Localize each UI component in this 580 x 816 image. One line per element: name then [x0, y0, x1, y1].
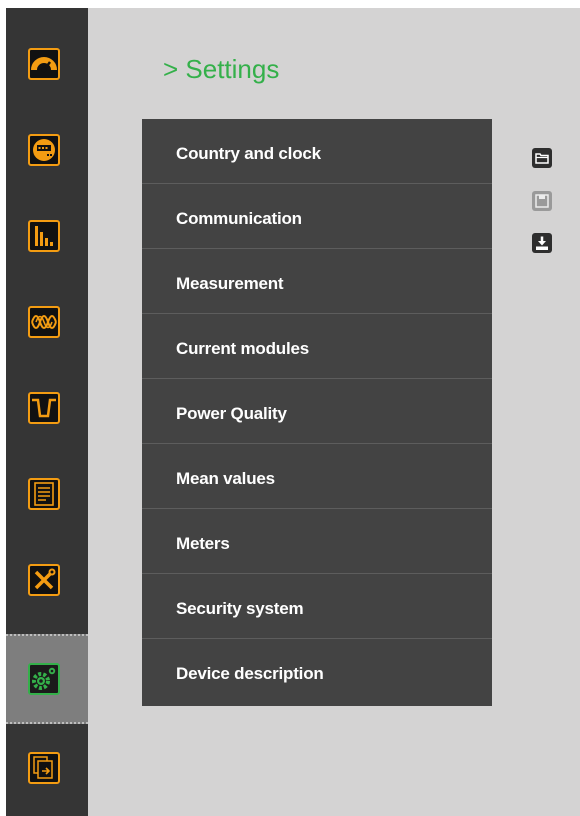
save-button[interactable]	[532, 191, 552, 211]
settings-gear-icon	[28, 663, 60, 695]
meter-icon	[28, 134, 60, 166]
menu-item-security-system[interactable]: Security system	[142, 574, 492, 639]
download-button[interactable]	[532, 233, 552, 253]
sidebar-item-export[interactable]	[6, 724, 88, 810]
sidebar	[6, 8, 88, 816]
report-list-icon	[28, 478, 60, 510]
menu-item-mean-values[interactable]: Mean values	[142, 444, 492, 509]
voltage-dip-icon	[28, 392, 60, 424]
tools-icon	[28, 564, 60, 596]
save-icon	[532, 191, 552, 211]
menu-item-current-modules[interactable]: Current modules	[142, 314, 492, 379]
gauge-icon	[28, 48, 60, 80]
sidebar-item-meter[interactable]	[6, 106, 88, 192]
menu-item-measurement[interactable]: Measurement	[142, 249, 492, 314]
sidebar-item-tools[interactable]	[6, 536, 88, 622]
download-icon	[532, 233, 552, 253]
sidebar-item-settings[interactable]	[6, 634, 88, 724]
sidebar-item-reports[interactable]	[6, 450, 88, 536]
menu-item-country-clock[interactable]: Country and clock	[142, 119, 492, 184]
app-frame: > Settings Country and clock Communicati…	[6, 8, 580, 816]
page-title: > Settings	[163, 54, 280, 84]
bar-chart-icon	[28, 220, 60, 252]
menu-item-communication[interactable]: Communication	[142, 184, 492, 249]
folder-open-icon	[532, 148, 552, 168]
waveform-icon	[28, 306, 60, 338]
menu-item-device-description[interactable]: Device description	[142, 639, 492, 706]
open-file-button[interactable]	[532, 148, 552, 168]
menu-item-power-quality[interactable]: Power Quality	[142, 379, 492, 444]
sidebar-item-voltage-events[interactable]	[6, 364, 88, 450]
sidebar-item-waveforms[interactable]	[6, 278, 88, 364]
settings-menu: Country and clock Communication Measurem…	[142, 119, 492, 706]
menu-item-meters[interactable]: Meters	[142, 509, 492, 574]
sidebar-item-overview[interactable]	[6, 20, 88, 106]
sidebar-item-charts[interactable]	[6, 192, 88, 278]
documents-export-icon	[28, 752, 60, 784]
